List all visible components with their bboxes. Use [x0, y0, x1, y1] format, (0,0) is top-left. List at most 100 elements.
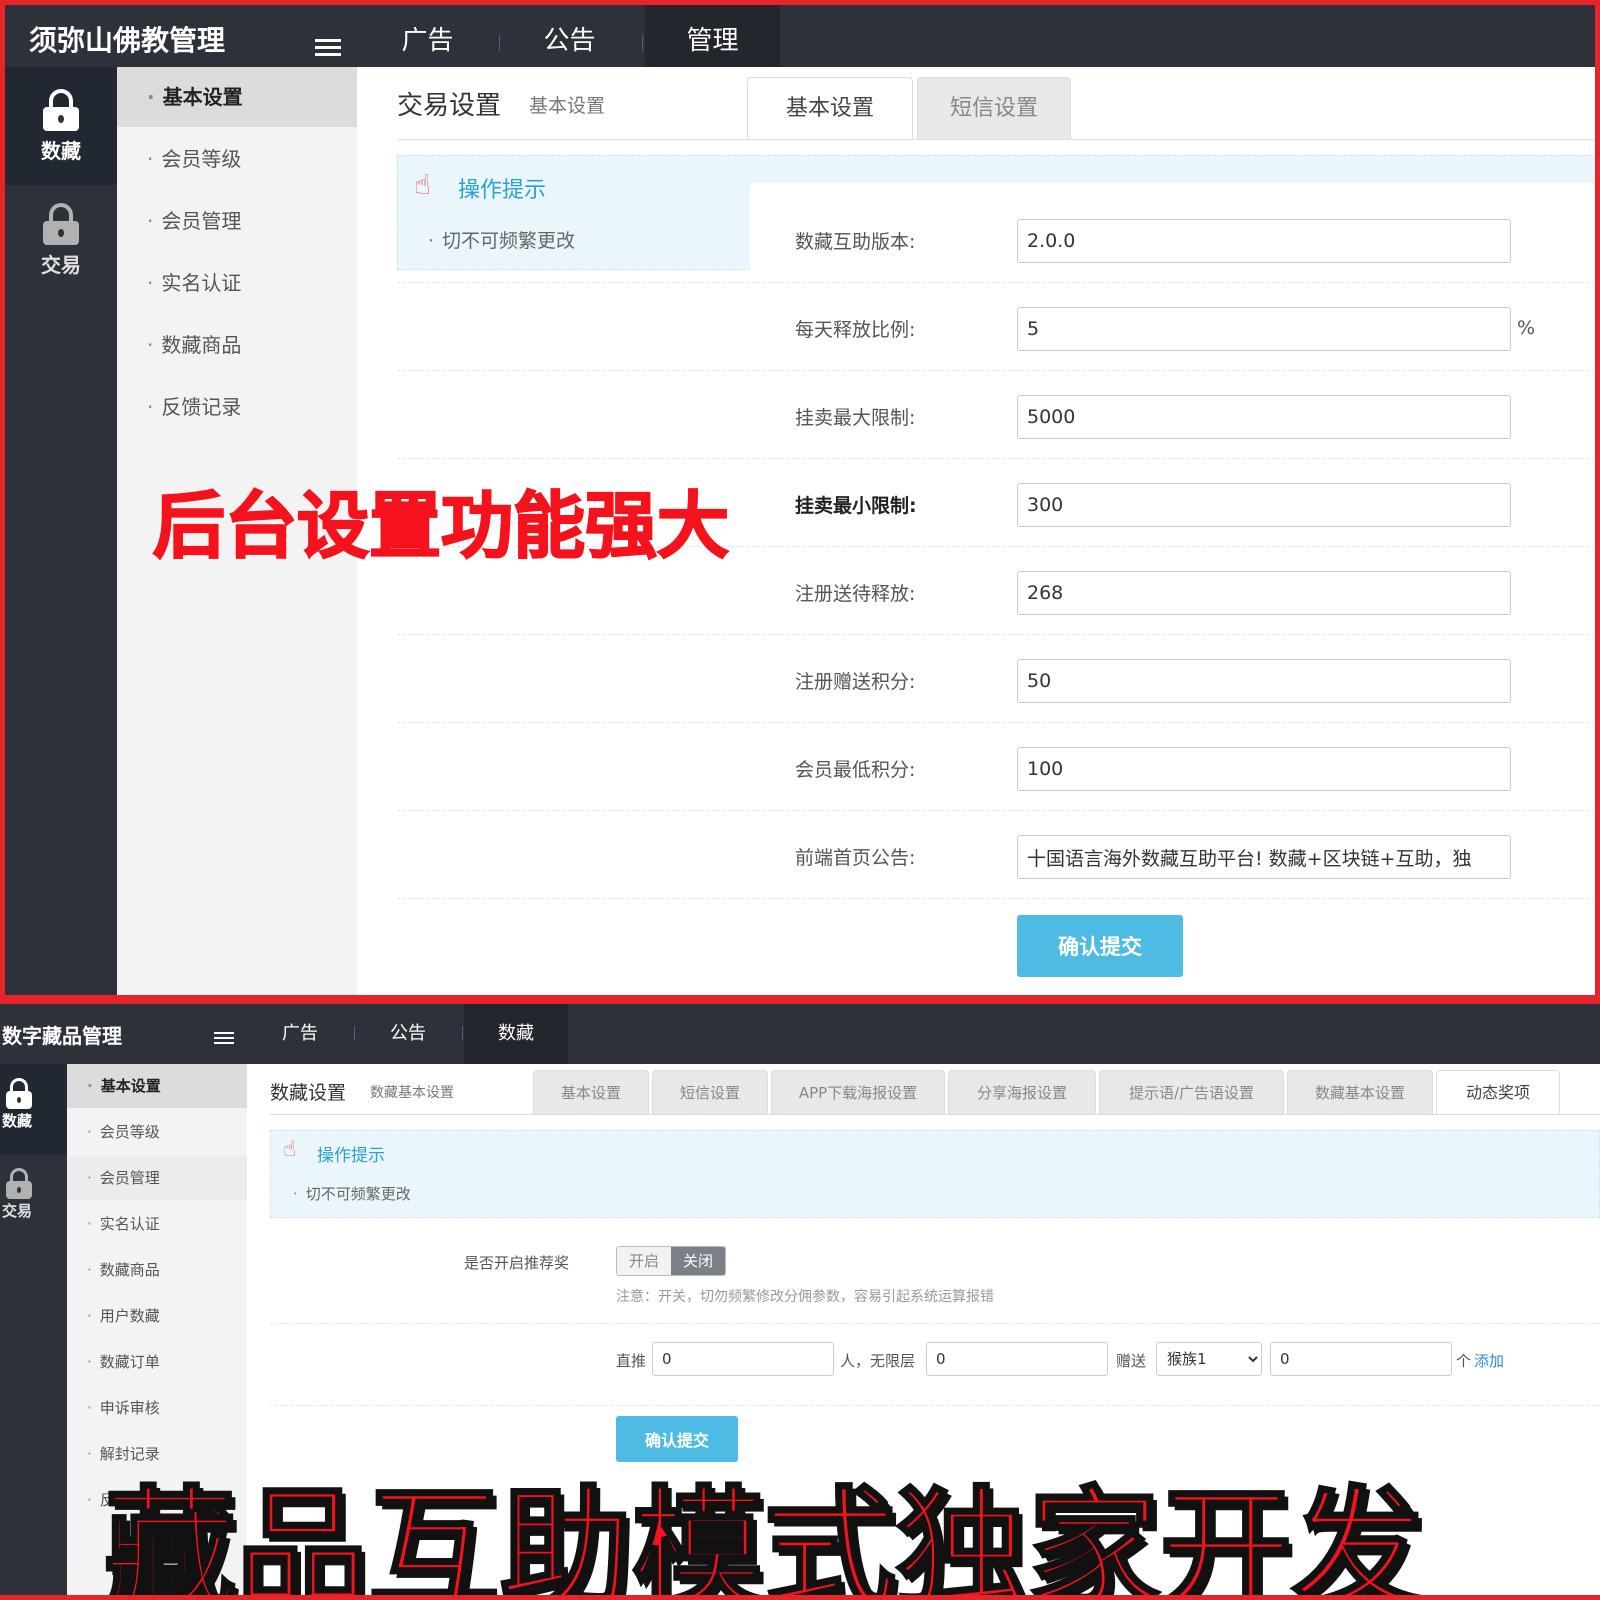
- nav-manage[interactable]: 管理: [645, 5, 780, 67]
- tab-dynamic-rewards[interactable]: 动态奖项: [1436, 1070, 1560, 1114]
- promo-banner-bottom: 藏品互助模式独家开发: [103, 1473, 1426, 1596]
- menu-toggle-icon[interactable]: [214, 1032, 234, 1047]
- bottom-brand: 数字藏品管理: [2, 1024, 122, 1048]
- recommend-toggle[interactable]: 开启 关闭: [616, 1246, 726, 1276]
- lock-icon: [43, 89, 79, 133]
- page-subtitle: 基本设置: [529, 95, 606, 117]
- nav-divider: [499, 35, 500, 51]
- bottom-left-sidebar: 数藏 交易: [0, 1064, 67, 1595]
- field-label-min-points: 会员最低积分:: [795, 759, 916, 781]
- max-sell-input[interactable]: [1017, 395, 1511, 439]
- register-release-input[interactable]: [1017, 571, 1511, 615]
- submenu-item-user-collectibles[interactable]: · 用户数藏: [67, 1294, 247, 1338]
- hand-pointer-icon: ☝: [283, 1137, 297, 1162]
- top-header-bar: 须弥山佛教管理 广告 公告 管理: [5, 5, 1595, 67]
- form-row: 会员最低积分:: [397, 723, 1595, 811]
- nav-divider: [354, 1026, 355, 1040]
- sidebar-tab-collectibles[interactable]: 数藏: [5, 67, 117, 185]
- add-rule-link[interactable]: 添加: [1474, 1350, 1504, 1371]
- nav-ads[interactable]: 广告: [250, 1004, 350, 1064]
- submenu-label: 会员等级: [161, 147, 242, 171]
- submit-button[interactable]: 确认提交: [1017, 915, 1183, 977]
- submenu-item-basic[interactable]: · 基本设置: [117, 67, 357, 127]
- submenu-label: 实名认证: [99, 1215, 160, 1233]
- min-sell-input[interactable]: [1017, 483, 1511, 527]
- submenu-item-members[interactable]: · 会员管理: [67, 1156, 247, 1200]
- people-label: 人，无限层: [840, 1352, 916, 1370]
- lock-icon: [6, 1078, 32, 1110]
- nav-divider: [462, 1026, 463, 1040]
- form-row: 每天释放比例: %: [397, 283, 1595, 371]
- version-input[interactable]: [1017, 219, 1511, 263]
- page-title: 数藏设置: [270, 1082, 347, 1104]
- submenu-label: 反馈记录: [161, 395, 242, 419]
- submenu-label: 实名认证: [161, 271, 242, 295]
- nav-notice[interactable]: 公告: [517, 5, 622, 67]
- submenu-item-appeals[interactable]: · 申诉审核: [67, 1386, 247, 1430]
- submenu-item-verify[interactable]: · 实名认证: [117, 253, 357, 313]
- page-subtitle: 数藏基本设置: [370, 1085, 454, 1101]
- sidebar-tab-label: 数藏: [41, 139, 81, 163]
- form-row: 直推 人，无限层 赠送 猴族1 个 添加: [270, 1324, 1600, 1406]
- reward-amount-input[interactable]: [1270, 1342, 1452, 1376]
- bottom-admin-panel: 数字藏品管理 广告 公告 数藏 数藏 交易 · 基本设置 · 会员等级 · 会员…: [0, 1004, 1600, 1595]
- sidebar-tab-label: 交易: [2, 1202, 33, 1220]
- toggle-off-option[interactable]: 关闭: [671, 1247, 725, 1275]
- field-label-version: 数藏互助版本:: [795, 231, 916, 253]
- give-label: 赠送: [1116, 1352, 1147, 1370]
- submenu-item-goods[interactable]: · 数藏商品: [67, 1248, 247, 1292]
- submenu-item-members[interactable]: · 会员管理: [117, 191, 357, 251]
- min-points-input[interactable]: [1017, 747, 1511, 791]
- top-left-sidebar: 数藏 交易: [5, 67, 117, 995]
- page-title: 交易设置: [397, 91, 502, 121]
- top-admin-panel: 须弥山佛教管理 广告 公告 管理 数藏 交易 · 基本设置 · 会员等级 · 会…: [5, 5, 1595, 995]
- submenu-item-verify[interactable]: · 实名认证: [67, 1202, 247, 1246]
- top-brand: 须弥山佛教管理: [29, 24, 226, 57]
- toggle-on-option[interactable]: 开启: [617, 1247, 671, 1275]
- nav-divider: [642, 35, 643, 51]
- tab-underline: [270, 1114, 1600, 1115]
- tab-prompt-ads[interactable]: 提示语/广告语设置: [1099, 1070, 1284, 1114]
- bottom-header-bar: 数字藏品管理 广告 公告 数藏: [0, 1004, 1600, 1064]
- release-ratio-input[interactable]: [1017, 307, 1511, 351]
- layer-input[interactable]: [926, 1342, 1108, 1376]
- form-row: 注册赠送积分:: [397, 635, 1595, 723]
- direct-label: 直推: [616, 1352, 647, 1370]
- submenu-label: 数藏订单: [99, 1353, 160, 1371]
- tab-basic-settings[interactable]: 基本设置: [747, 77, 913, 139]
- submenu-label: 会员管理: [161, 209, 242, 233]
- submenu-item-feedback[interactable]: · 反馈记录: [117, 377, 357, 437]
- tab-collectible-basic[interactable]: 数藏基本设置: [1287, 1070, 1433, 1114]
- reward-type-select[interactable]: 猴族1: [1156, 1342, 1262, 1376]
- home-notice-input[interactable]: [1017, 835, 1511, 879]
- nav-collectibles[interactable]: 数藏: [464, 1004, 568, 1064]
- form-row: 挂卖最大限制:: [397, 371, 1595, 459]
- nav-ads[interactable]: 广告: [375, 5, 480, 67]
- tip-box: ☝ 操作提示 · 切不可频繁更改: [270, 1130, 1600, 1218]
- submenu-label: 会员管理: [99, 1169, 160, 1187]
- tip-text-label: 切不可频繁更改: [305, 1185, 411, 1203]
- submenu-label: 会员等级: [99, 1123, 160, 1141]
- tab-sms-settings[interactable]: 短信设置: [917, 77, 1071, 139]
- tab-basic-settings[interactable]: 基本设置: [533, 1070, 649, 1114]
- submenu-item-level[interactable]: · 会员等级: [117, 129, 357, 189]
- submenu-item-basic[interactable]: · 基本设置: [67, 1064, 247, 1108]
- sidebar-tab-collectibles[interactable]: 数藏: [0, 1064, 67, 1154]
- menu-toggle-icon[interactable]: [315, 39, 341, 60]
- direct-count-input[interactable]: [652, 1342, 834, 1376]
- nav-notice[interactable]: 公告: [358, 1004, 458, 1064]
- submenu-item-level[interactable]: · 会员等级: [67, 1110, 247, 1154]
- submenu-item-goods[interactable]: · 数藏商品: [117, 315, 357, 375]
- tab-app-poster[interactable]: APP下载海报设置: [771, 1070, 945, 1114]
- submenu-label: 数藏商品: [161, 333, 242, 357]
- form-row: 数藏互助版本:: [397, 195, 1595, 283]
- tab-sms-settings[interactable]: 短信设置: [652, 1070, 768, 1114]
- lock-icon: [43, 203, 79, 247]
- sidebar-tab-trade[interactable]: 交易: [5, 203, 117, 293]
- submenu-item-orders[interactable]: · 数藏订单: [67, 1340, 247, 1384]
- sidebar-tab-trade[interactable]: 交易: [0, 1168, 67, 1248]
- register-points-input[interactable]: [1017, 659, 1511, 703]
- field-label-max-sell: 挂卖最大限制:: [795, 407, 916, 429]
- field-label-register-points: 注册赠送积分:: [795, 671, 916, 693]
- tab-share-poster[interactable]: 分享海报设置: [948, 1070, 1096, 1114]
